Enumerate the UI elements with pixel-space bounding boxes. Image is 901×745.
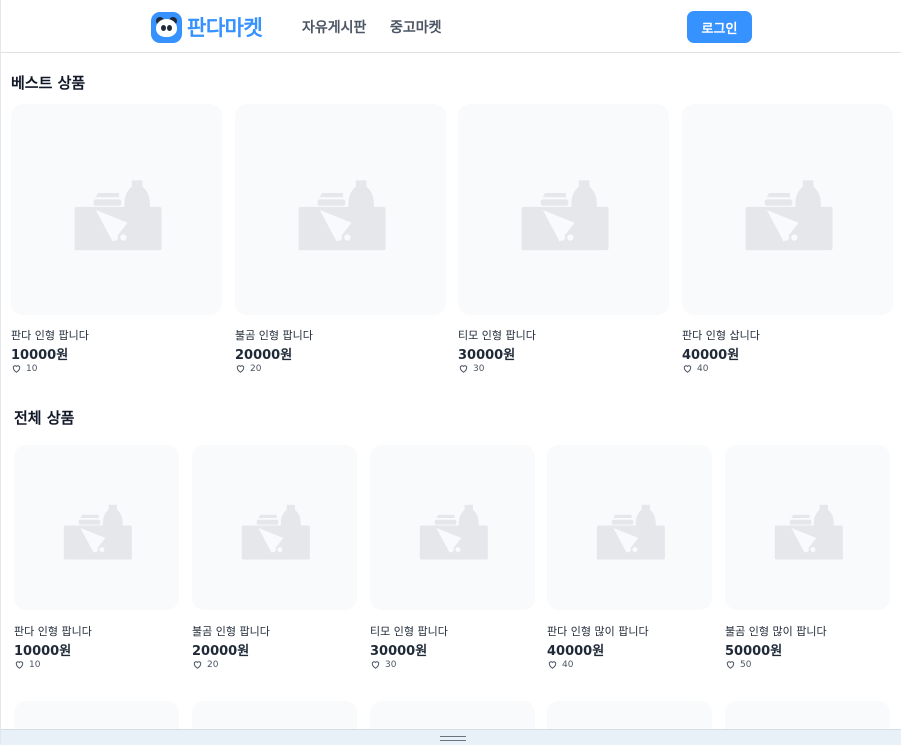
resize-handle[interactable] — [1, 729, 901, 745]
favorite-count[interactable]: 30 — [370, 659, 396, 670]
favorite-count-value: 30 — [473, 363, 485, 374]
image-placeholder-icon — [298, 179, 386, 250]
logo-text: 판다마켓 — [187, 16, 263, 40]
product-name: 판다 인형 많이 팝니다 — [547, 625, 649, 638]
product-card[interactable]: 판다 인형 삽니다 40000원 40 — [682, 104, 893, 377]
product-price: 40000원 — [682, 348, 740, 363]
image-placeholder-icon — [74, 179, 162, 250]
image-placeholder-icon — [521, 179, 609, 250]
product-card[interactable]: 티모 인형 팝니다 30000원 30 — [370, 445, 535, 673]
product-card[interactable]: 판다 인형 팝니다 10000원 10 — [14, 445, 179, 673]
image-placeholder-icon — [241, 504, 310, 560]
product-image[interactable] — [192, 445, 357, 610]
panda-logo-icon — [151, 11, 182, 43]
favorite-count-value: 40 — [562, 659, 574, 670]
product-image[interactable] — [370, 445, 535, 610]
product-card[interactable]: 판다 인형 팝니다 10000원 10 — [11, 104, 222, 377]
product-price: 30000원 — [458, 348, 516, 363]
favorite-count-value: 10 — [26, 363, 38, 374]
favorite-count-value: 50 — [740, 659, 752, 670]
favorite-count[interactable]: 10 — [11, 363, 37, 374]
panda-market-logo[interactable]: 판다마켓 — [151, 11, 263, 43]
product-image[interactable] — [11, 104, 222, 315]
best-products-title: 베스트 상품 — [11, 74, 86, 92]
heart-icon — [193, 661, 202, 669]
heart-icon — [548, 661, 557, 669]
product-image[interactable] — [14, 445, 179, 610]
heart-icon — [12, 365, 21, 373]
favorite-count[interactable]: 40 — [547, 659, 573, 670]
product-image[interactable] — [725, 445, 890, 610]
favorite-count[interactable]: 30 — [458, 363, 484, 374]
product-name: 판다 인형 팝니다 — [11, 329, 89, 342]
image-placeholder-icon — [419, 504, 488, 560]
grip-icon — [440, 736, 466, 741]
heart-icon — [236, 365, 245, 373]
product-name: 불곰 인형 팝니다 — [192, 625, 270, 638]
product-price: 20000원 — [192, 644, 250, 659]
heart-icon — [726, 661, 735, 669]
product-card[interactable]: 불곰 인형 팝니다 20000원 20 — [235, 104, 446, 377]
product-price: 10000원 — [14, 644, 72, 659]
product-price: 40000원 — [547, 644, 605, 659]
favorite-count-value: 40 — [697, 363, 709, 374]
product-price: 50000원 — [725, 644, 783, 659]
favorite-count[interactable]: 20 — [192, 659, 218, 670]
favorite-count[interactable]: 10 — [14, 659, 40, 670]
favorite-count-value: 30 — [385, 659, 397, 670]
heart-icon — [15, 661, 24, 669]
product-name: 판다 인형 팝니다 — [14, 625, 92, 638]
product-price: 20000원 — [235, 348, 293, 363]
heart-icon — [371, 661, 380, 669]
heart-icon — [683, 365, 692, 373]
app-frame: 판다마켓 자유게시판 중고마켓 로그인 베스트 상품 판다 인형 팝니다 1000… — [0, 0, 901, 745]
favorite-count-value: 10 — [29, 659, 41, 670]
product-card[interactable]: 불곰 인형 많이 팝니다 50000원 50 — [725, 445, 890, 673]
favorite-count[interactable]: 40 — [682, 363, 708, 374]
product-name: 티모 인형 팝니다 — [458, 329, 536, 342]
product-image[interactable] — [547, 445, 712, 610]
product-card[interactable]: 불곰 인형 팝니다 20000원 20 — [192, 445, 357, 673]
product-name: 티모 인형 팝니다 — [370, 625, 448, 638]
product-price: 10000원 — [11, 348, 69, 363]
login-button[interactable]: 로그인 — [687, 11, 752, 43]
image-placeholder-icon — [63, 504, 132, 560]
favorite-count-value: 20 — [207, 659, 219, 670]
image-placeholder-icon — [596, 504, 665, 560]
nav-free-board[interactable]: 자유게시판 — [302, 17, 366, 37]
favorite-count[interactable]: 50 — [725, 659, 751, 670]
image-placeholder-icon — [774, 504, 843, 560]
top-header: 판다마켓 자유게시판 중고마켓 로그인 — [1, 0, 901, 53]
product-image[interactable] — [235, 104, 446, 315]
product-name: 불곰 인형 팝니다 — [235, 329, 313, 342]
nav-used-market[interactable]: 중고마켓 — [390, 17, 442, 37]
product-price: 30000원 — [370, 644, 428, 659]
product-name: 판다 인형 삽니다 — [682, 329, 760, 342]
image-placeholder-icon — [745, 179, 833, 250]
product-image[interactable] — [458, 104, 669, 315]
all-products-title: 전체 상품 — [14, 409, 75, 427]
product-name: 불곰 인형 많이 팝니다 — [725, 625, 827, 638]
product-image[interactable] — [682, 104, 893, 315]
product-card[interactable]: 티모 인형 팝니다 30000원 30 — [458, 104, 669, 377]
heart-icon — [459, 365, 468, 373]
product-card[interactable]: 판다 인형 많이 팝니다 40000원 40 — [547, 445, 712, 673]
favorite-count-value: 20 — [250, 363, 262, 374]
favorite-count[interactable]: 20 — [235, 363, 261, 374]
